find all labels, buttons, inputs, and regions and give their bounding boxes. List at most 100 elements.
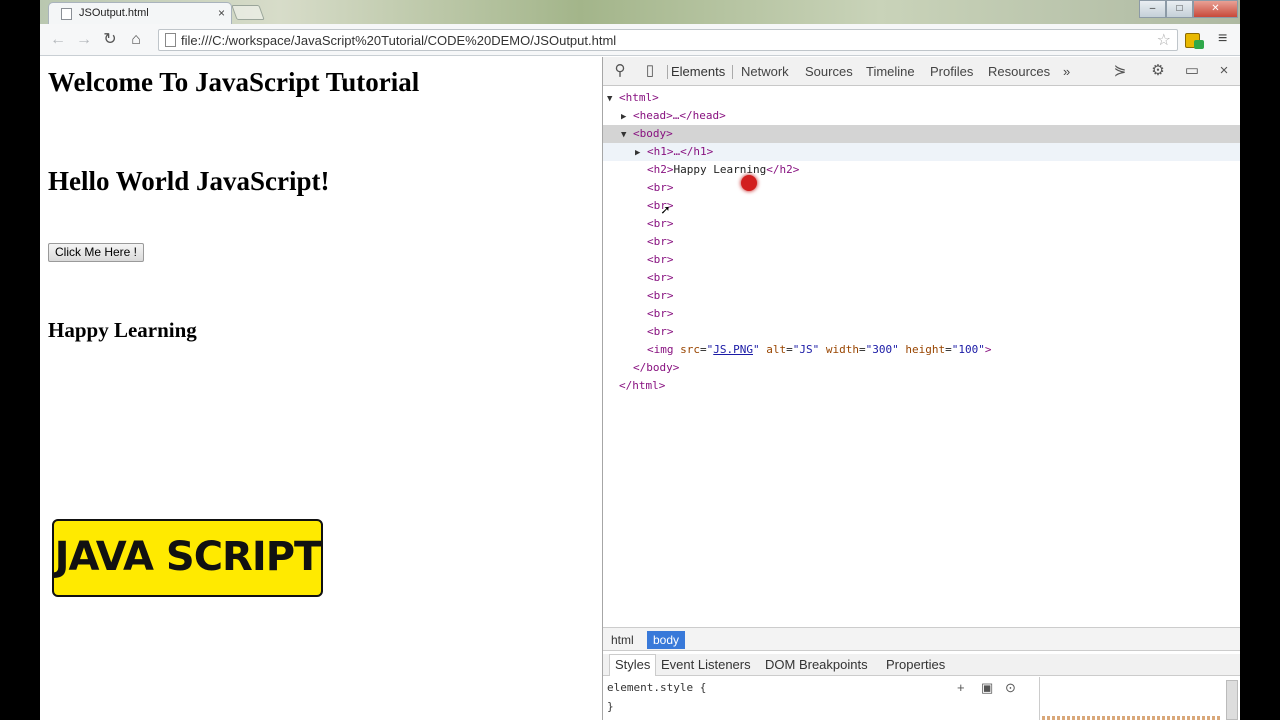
tag-head: <head>…</head> <box>633 109 726 122</box>
home-icon[interactable]: ⌂ <box>126 30 146 50</box>
right-letterbox <box>1240 0 1280 720</box>
close-devtools-icon[interactable]: × <box>1215 62 1233 80</box>
attr-alt-value: "JS" <box>792 343 820 356</box>
dom-node-br[interactable]: <br> <box>603 197 1240 215</box>
tab-sources[interactable]: Sources <box>805 64 853 79</box>
element-style-rule[interactable]: element.style { <box>607 681 706 694</box>
bookmark-star-icon[interactable]: ☆ <box>1157 30 1171 50</box>
inspect-search-icon[interactable]: ⚲ <box>611 62 629 80</box>
url-text[interactable]: file:///C:/workspace/JavaScript%20Tutori… <box>181 33 616 48</box>
scrollbar[interactable] <box>1226 680 1238 720</box>
attr-width-name: width <box>825 343 859 356</box>
tab-timeline[interactable]: Timeline <box>866 64 915 79</box>
tab-close-icon[interactable]: × <box>218 6 225 20</box>
metrics-box <box>1042 716 1222 720</box>
dom-tree: ▼ <html> ▶ <head>…</head> ▼ <body> ▶ <h1… <box>603 87 1240 627</box>
new-tab-button[interactable] <box>231 5 265 20</box>
dom-node-br[interactable]: <br> <box>603 233 1240 251</box>
dom-node-br[interactable]: <br> <box>603 305 1240 323</box>
dom-node-br[interactable]: <br> <box>603 287 1240 305</box>
javascript-logo-image: JAVA SCRIPT <box>52 519 323 597</box>
element-style-close: } <box>607 700 614 713</box>
dom-node-img[interactable]: <img src="JS.PNG" alt="JS" width="300" h… <box>603 341 1240 359</box>
title-bar: JSOutput.html × – □ ✕ <box>40 0 1240 24</box>
h2-text: Happy Learning <box>673 163 767 176</box>
tab-title: JSOutput.html <box>79 7 149 19</box>
tag-br: <br> <box>647 271 674 284</box>
tab-elements[interactable]: Elements <box>671 64 725 79</box>
forward-icon[interactable]: → <box>74 30 94 50</box>
tab-properties[interactable]: Properties <box>886 657 945 672</box>
dom-node-head[interactable]: ▶ <head>…</head> <box>603 107 1240 125</box>
tag-br: <br> <box>647 235 674 248</box>
window-controls: – □ ✕ <box>1139 0 1238 18</box>
dom-node-h1[interactable]: ▶ <h1>…</h1> <box>603 143 1240 161</box>
tag-br: <br> <box>647 289 674 302</box>
tab-separator <box>732 65 733 79</box>
tag-img-end: > <box>984 343 992 356</box>
dom-node-h2[interactable]: <h2>Happy Learning</h2> <box>603 161 1240 179</box>
metrics-pane <box>1039 677 1240 720</box>
device-mode-icon[interactable]: ▯ <box>641 62 659 80</box>
browser-window: JSOutput.html × – □ ✕ ← → ↻ ⌂ file:///C:… <box>40 0 1240 720</box>
tab-event-listeners[interactable]: Event Listeners <box>661 657 751 672</box>
mouse-cursor-icon: ➚ <box>661 203 670 219</box>
page-content: Welcome To JavaScript Tutorial Hello Wor… <box>40 57 602 720</box>
dock-side-icon[interactable]: ▭ <box>1183 62 1201 80</box>
reload-icon[interactable]: ↻ <box>100 30 120 50</box>
minimize-button[interactable]: – <box>1139 0 1166 18</box>
file-icon <box>165 33 176 47</box>
breadcrumb-html[interactable]: html <box>605 631 640 649</box>
extension-icon[interactable] <box>1182 29 1204 51</box>
more-tabs-icon[interactable]: » <box>1063 64 1070 79</box>
devtools-panel: ⚲ ▯ Elements Network Sources Timeline Pr… <box>602 57 1240 720</box>
tab-dom-breakpoints[interactable]: DOM Breakpoints <box>765 657 868 672</box>
dom-node-br[interactable]: <br> <box>603 179 1240 197</box>
console-drawer-icon[interactable]: ⋟ <box>1111 62 1129 80</box>
devtools-tab-bar: ⚲ ▯ Elements Network Sources Timeline Pr… <box>603 57 1240 86</box>
settings-gear-icon[interactable]: ⚙ <box>1149 62 1167 80</box>
breadcrumb-body[interactable]: body <box>647 631 686 649</box>
extension-badge-icon <box>1194 40 1204 49</box>
add-rule-icon[interactable]: + <box>957 680 965 695</box>
close-window-button[interactable]: ✕ <box>1193 0 1238 18</box>
toggle-element-state-icon[interactable]: ▣ <box>981 680 993 696</box>
tab-resources[interactable]: Resources <box>988 64 1050 79</box>
page-heading-welcome: Welcome To JavaScript Tutorial <box>48 67 420 97</box>
address-bar[interactable]: file:///C:/workspace/JavaScript%20Tutori… <box>158 29 1178 51</box>
tag-body-close: </body> <box>633 361 680 374</box>
tag-h1: <h1>…</h1> <box>647 145 714 158</box>
maximize-button[interactable]: □ <box>1166 0 1193 18</box>
styles-tab-bar: Styles Event Listeners DOM Breakpoints P… <box>603 654 1240 676</box>
tag-body: <body> <box>633 127 673 140</box>
dom-node-html-close[interactable]: </html> <box>603 377 1240 395</box>
style-toolbar: + ▣ ⊙ <box>957 680 1037 698</box>
color-format-icon[interactable]: ⊙ <box>1005 680 1016 696</box>
tab-profiles[interactable]: Profiles <box>930 64 973 79</box>
back-icon[interactable]: ← <box>48 30 68 50</box>
tab-network[interactable]: Network <box>741 64 789 79</box>
dom-node-br[interactable]: <br> <box>603 215 1240 233</box>
tag-html: <html> <box>619 91 659 104</box>
dom-node-br[interactable]: <br> <box>603 269 1240 287</box>
dom-node-body[interactable]: ▼ <body> <box>603 125 1240 143</box>
dom-node-br[interactable]: <br> <box>603 251 1240 269</box>
page-heading-hello: Hello World JavaScript! <box>48 166 330 196</box>
breadcrumb: html body <box>603 627 1240 651</box>
dom-node-html[interactable]: ▼ <html> <box>603 89 1240 107</box>
page-heading-happy: Happy Learning <box>48 318 197 342</box>
dom-node-body-close[interactable]: </body> <box>603 359 1240 377</box>
tab-styles[interactable]: Styles <box>609 654 657 676</box>
dom-node-br[interactable]: <br> <box>603 323 1240 341</box>
chrome-menu-icon[interactable]: ≡ <box>1218 31 1232 47</box>
click-me-button[interactable]: Click Me Here ! <box>48 243 145 262</box>
attr-height-name: height <box>905 343 946 356</box>
tag-br: <br> <box>647 181 674 194</box>
tag-h2-close: </h2> <box>766 163 800 176</box>
tag-img: <img <box>647 343 674 356</box>
tab-separator <box>667 65 668 79</box>
attr-height-value: "100" <box>951 343 985 356</box>
browser-toolbar: ← → ↻ ⌂ file:///C:/workspace/JavaScript%… <box>40 24 1240 56</box>
browser-tab[interactable]: JSOutput.html × <box>48 2 232 24</box>
attr-src-link[interactable]: JS.PNG <box>713 343 753 356</box>
